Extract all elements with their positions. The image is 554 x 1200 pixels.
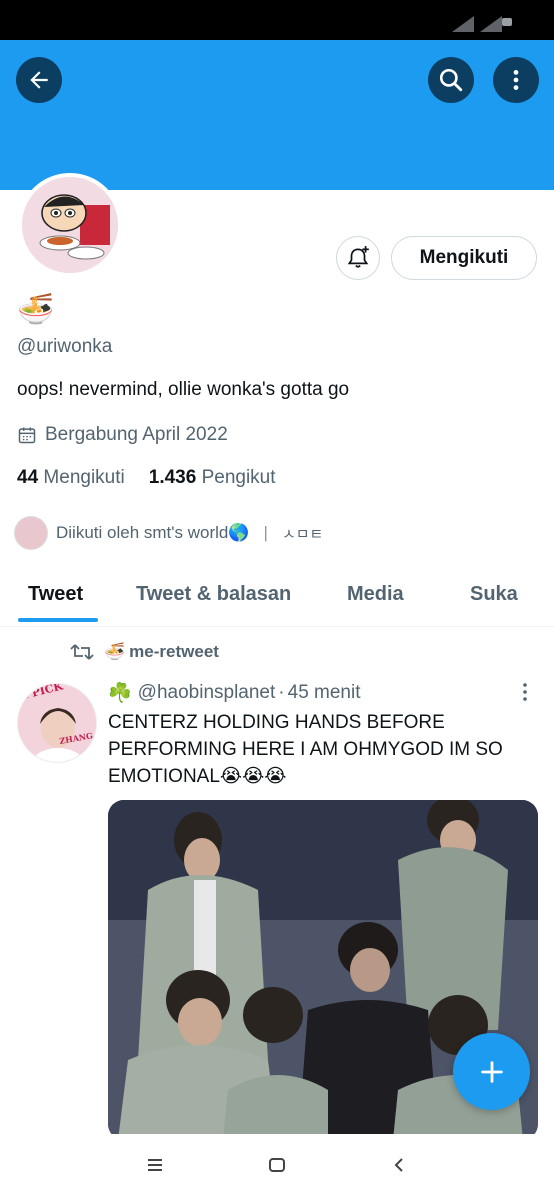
search-button[interactable] xyxy=(428,57,474,103)
followers-count: 1.436 xyxy=(148,467,197,488)
joined-date: Bergabung April 2022 xyxy=(17,424,228,446)
more-options-button[interactable] xyxy=(493,57,539,103)
tab-tweet[interactable]: Tweet xyxy=(28,583,83,606)
tweet-text: CENTERZ HOLDING HANDS BEFORE PERFORMING … xyxy=(108,712,503,787)
username-handle: @uriwonka xyxy=(17,336,113,357)
joined-date-text: Bergabung April 2022 xyxy=(45,424,228,445)
status-bar xyxy=(0,0,554,40)
arrow-left-icon xyxy=(30,71,48,89)
follower-avatar xyxy=(14,516,48,550)
follow-stats: 44 Mengikuti 1.436 Pengikut xyxy=(17,467,276,489)
author-handle[interactable]: @haobinsplanet xyxy=(138,682,276,704)
bell-plus-icon xyxy=(347,246,369,268)
tab-likes[interactable]: Suka xyxy=(470,583,518,606)
home-icon[interactable] xyxy=(268,1156,286,1174)
tweet-author-avatar[interactable]: I PICK ZHANG HAO xyxy=(17,683,97,763)
tweet-time: 45 menit xyxy=(287,682,361,703)
retweet-label[interactable]: me-retweet xyxy=(129,642,219,662)
retweet-indicator: 🍜 me-retweet xyxy=(70,642,219,662)
following-count: 44 xyxy=(17,467,39,488)
calendar-icon xyxy=(18,427,36,444)
following-label: Mengikuti xyxy=(43,467,125,488)
following-stat[interactable]: 44 Mengikuti xyxy=(17,467,125,489)
recent-apps-icon[interactable] xyxy=(146,1156,164,1174)
tab-tweets-replies[interactable]: Tweet & balasan xyxy=(136,583,291,606)
followed-by-extra: ㅅㅁㅌ xyxy=(281,525,324,543)
tweet-header: ☘️ @haobinsplanet · 45 menit xyxy=(108,681,361,705)
compose-tweet-button[interactable] xyxy=(453,1033,530,1110)
search-icon xyxy=(439,68,463,92)
separator: | xyxy=(263,523,268,542)
avatar-illustration: I PICK ZHANG HAO xyxy=(18,684,96,762)
more-vertical-icon xyxy=(513,70,519,90)
followed-by-text: Diikuti oleh smt's world🌎 xyxy=(56,523,250,542)
author-name-emoji[interactable]: ☘️ xyxy=(108,681,132,705)
header-separator: · xyxy=(278,682,285,703)
battery-icon xyxy=(502,18,512,26)
notification-bell-button[interactable] xyxy=(336,236,380,280)
system-navigation-bar xyxy=(0,1134,554,1200)
profile-bio: oops! nevermind, ollie wonka's gotta go xyxy=(17,379,350,400)
retweeter-emoji: 🍜 xyxy=(104,642,126,661)
following-button[interactable]: Mengikuti xyxy=(391,236,537,280)
avatar-illustration xyxy=(22,177,118,273)
back-button[interactable] xyxy=(16,57,62,103)
tab-media[interactable]: Media xyxy=(347,583,404,606)
profile-banner xyxy=(0,40,554,190)
followed-by-row[interactable]: Diikuti oleh smt's world🌎 | ㅅㅁㅌ xyxy=(14,516,323,550)
retweet-icon xyxy=(70,644,94,660)
profile-avatar[interactable] xyxy=(18,173,122,277)
more-vertical-icon[interactable] xyxy=(516,681,534,703)
display-name: 🍜 xyxy=(17,293,55,326)
followers-stat[interactable]: 1.436 Pengikut xyxy=(149,467,276,489)
signal-icon xyxy=(452,16,502,32)
followers-label: Pengikut xyxy=(201,467,276,488)
plus-icon xyxy=(480,1060,503,1083)
active-tab-indicator xyxy=(18,618,98,622)
back-nav-icon[interactable] xyxy=(390,1156,408,1174)
